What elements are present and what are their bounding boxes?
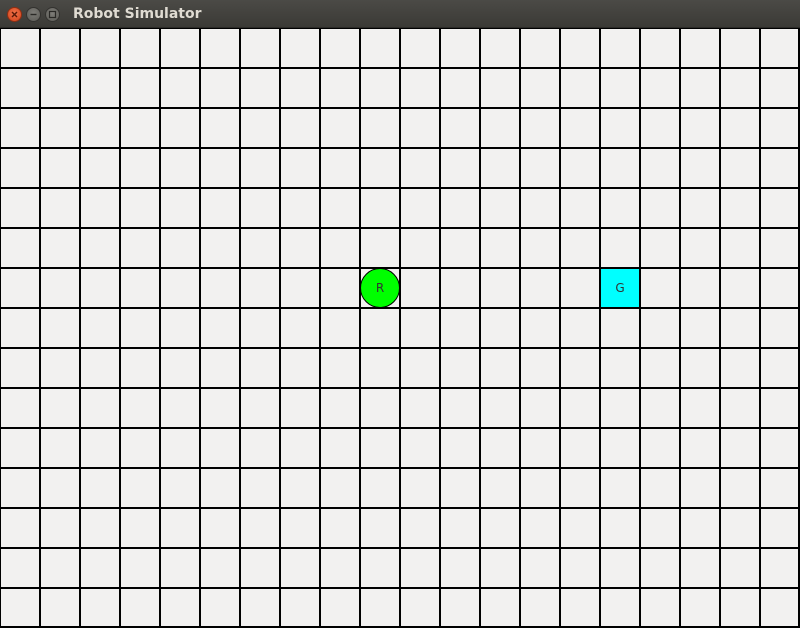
- window-controls: [7, 7, 60, 22]
- minimize-window-button[interactable]: [26, 7, 41, 22]
- close-window-button[interactable]: [7, 7, 22, 22]
- maximize-icon: [48, 10, 57, 19]
- close-icon: [11, 11, 18, 18]
- minimize-icon: [30, 13, 37, 16]
- title-bar[interactable]: Robot Simulator: [0, 0, 800, 28]
- window-title: Robot Simulator: [73, 6, 202, 22]
- robot-label: R: [376, 281, 384, 295]
- grid-board[interactable]: GR: [0, 28, 800, 628]
- robot-simulator-window: Robot Simulator GR: [0, 0, 800, 628]
- goal-label: G: [615, 281, 624, 295]
- maximize-window-button[interactable]: [45, 7, 60, 22]
- simulation-canvas[interactable]: GR: [0, 28, 800, 628]
